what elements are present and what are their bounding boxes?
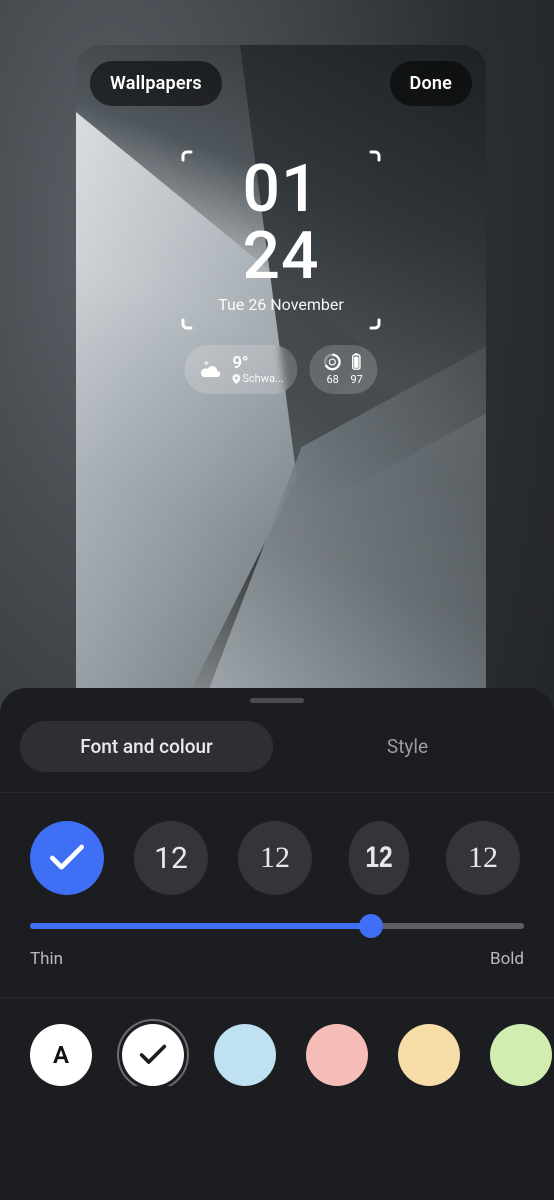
tab-font-and-colour[interactable]: Font and colour	[20, 721, 273, 772]
weight-slider[interactable]	[0, 915, 554, 935]
font-option-5[interactable]: 12	[446, 821, 520, 895]
colour-options-row[interactable]: A	[0, 998, 554, 1086]
clock-hours: 01	[181, 156, 381, 223]
font-options-row[interactable]: 12 12 12 12	[0, 793, 554, 915]
clock-style-sheet: Font and colour Style 12 12 12 12 Thin B…	[0, 688, 554, 1200]
phone-battery: 97	[350, 353, 364, 386]
check-icon	[136, 1038, 170, 1072]
font-sample: 12	[260, 841, 290, 875]
auto-colour-label: A	[53, 1041, 69, 1069]
clock-date: Tue 26 November	[181, 297, 381, 313]
clock-display: 01 24 Tue 26 November	[181, 156, 381, 313]
sheet-drag-handle[interactable]	[250, 698, 304, 703]
colour-swatch-peach[interactable]	[398, 1024, 460, 1086]
weather-location-text: Schwa...	[242, 373, 283, 385]
font-sample: 12	[365, 841, 392, 875]
colour-swatch-white[interactable]	[122, 1024, 184, 1086]
font-option-selected[interactable]	[30, 821, 104, 895]
font-option-3[interactable]: 12	[238, 821, 312, 895]
crop-corner-icon	[357, 150, 381, 174]
slider-thumb[interactable]	[359, 914, 383, 938]
crop-corner-icon	[181, 150, 205, 174]
cloud-icon	[198, 358, 224, 382]
slider-fill	[30, 923, 371, 929]
done-button[interactable]: Done	[390, 61, 472, 106]
phone-battery-pct: 97	[350, 373, 362, 386]
font-option-4[interactable]: 12	[349, 821, 410, 895]
clock-widget[interactable]: 01 24 Tue 26 November	[181, 150, 381, 330]
slider-min-label: Thin	[30, 949, 63, 969]
wallpaper-shard	[76, 45, 486, 715]
weather-temp: 9°	[232, 354, 283, 373]
tab-style[interactable]: Style	[281, 721, 534, 772]
colour-swatch-green[interactable]	[490, 1024, 552, 1086]
crop-corner-icon	[357, 306, 381, 330]
battery-widget[interactable]: 68 97	[310, 345, 378, 394]
battery-icon	[350, 353, 364, 371]
colour-swatch-blue[interactable]	[214, 1024, 276, 1086]
font-sample: 12	[468, 841, 498, 875]
crop-corner-icon	[181, 306, 205, 330]
slider-max-label: Bold	[490, 949, 524, 969]
wallpaper-shard	[76, 45, 486, 715]
lockscreen-preview: Wallpapers Done 01 24 Tue 26 November 9°…	[76, 45, 486, 715]
watch-ring-icon	[324, 353, 342, 371]
watch-battery: 68	[324, 353, 342, 386]
slider-track[interactable]	[30, 923, 524, 929]
wallpapers-button[interactable]: Wallpapers	[90, 61, 222, 106]
weather-widget[interactable]: 9° Schwa...	[184, 345, 297, 394]
font-option-2[interactable]: 12	[134, 821, 208, 895]
wallpaper-shard	[76, 45, 486, 715]
colour-swatch-pink[interactable]	[306, 1024, 368, 1086]
clock-minutes: 24	[181, 223, 381, 290]
slider-labels: Thin Bold	[0, 935, 554, 969]
check-icon	[45, 836, 89, 880]
font-sample: 12	[154, 841, 188, 876]
preview-top-bar: Wallpapers Done	[90, 61, 472, 106]
location-pin-icon	[232, 374, 240, 384]
watch-battery-pct: 68	[326, 373, 338, 386]
colour-swatch-auto[interactable]: A	[30, 1024, 92, 1086]
weather-location: Schwa...	[232, 373, 283, 385]
sheet-tabs: Font and colour Style	[0, 711, 554, 793]
lockscreen-widgets: 9° Schwa... 68	[184, 345, 377, 394]
